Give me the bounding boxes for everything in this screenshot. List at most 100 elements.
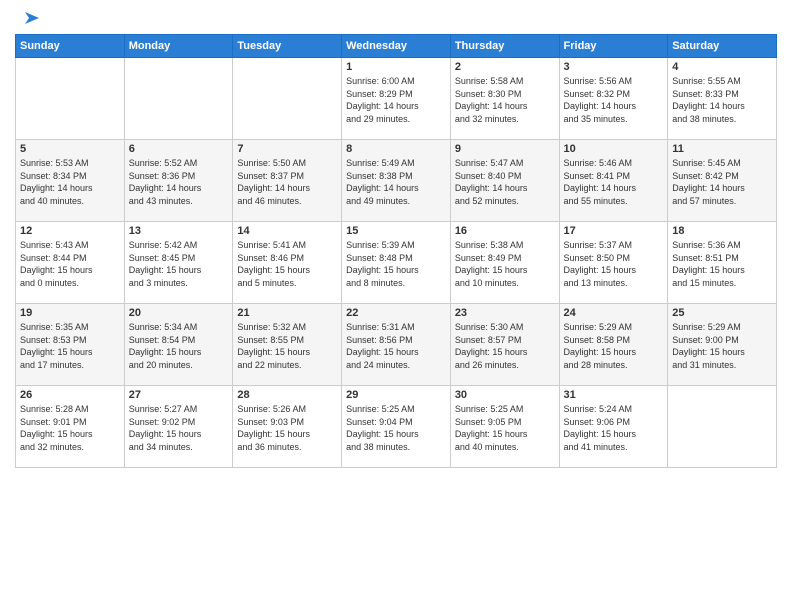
calendar-cell — [668, 386, 777, 468]
cell-info: Sunrise: 5:55 AM Sunset: 8:33 PM Dayligh… — [672, 75, 772, 125]
day-number: 11 — [672, 143, 772, 155]
calendar-cell: 10 Sunrise: 5:46 AM Sunset: 8:41 PM Dayli… — [559, 140, 668, 222]
cell-info: Sunrise: 5:56 AM Sunset: 8:32 PM Dayligh… — [564, 75, 664, 125]
weekday-header-friday: Friday — [559, 35, 668, 58]
calendar-cell: 22 Sunrise: 5:31 AM Sunset: 8:56 PM Dayli… — [342, 304, 451, 386]
cell-info: Sunrise: 5:25 AM Sunset: 9:04 PM Dayligh… — [346, 403, 446, 453]
cell-info: Sunrise: 5:50 AM Sunset: 8:37 PM Dayligh… — [237, 157, 337, 207]
cell-info: Sunrise: 5:39 AM Sunset: 8:48 PM Dayligh… — [346, 239, 446, 289]
calendar-week-row: 26Sunrise: 5:28 AM Sunset: 9:01 PM Dayli… — [16, 386, 777, 468]
calendar-cell: 20Sunrise: 5:34 AM Sunset: 8:54 PM Dayli… — [124, 304, 233, 386]
day-number: 24 — [564, 307, 664, 319]
calendar-cell: 28Sunrise: 5:26 AM Sunset: 9:03 PM Dayli… — [233, 386, 342, 468]
day-number: 15 — [346, 225, 446, 237]
weekday-header-saturday: Saturday — [668, 35, 777, 58]
calendar-cell — [16, 58, 125, 140]
calendar-cell: 11 Sunrise: 5:45 AM Sunset: 8:42 PM Dayli… — [668, 140, 777, 222]
day-number: 2 — [455, 61, 555, 73]
calendar-cell: 29 Sunrise: 5:25 AM Sunset: 9:04 PM Dayli… — [342, 386, 451, 468]
cell-info: Sunrise: 5:28 AM Sunset: 9:01 PM Dayligh… — [20, 403, 120, 453]
calendar-cell: 12Sunrise: 5:43 AM Sunset: 8:44 PM Dayli… — [16, 222, 125, 304]
day-number: 27 — [129, 389, 229, 401]
cell-info: Sunrise: 5:36 AM Sunset: 8:51 PM Dayligh… — [672, 239, 772, 289]
calendar-cell: 1 Sunrise: 6:00 AM Sunset: 8:29 PM Daylig… — [342, 58, 451, 140]
day-number: 18 — [672, 225, 772, 237]
day-number: 25 — [672, 307, 772, 319]
calendar-cell: 30Sunrise: 5:25 AM Sunset: 9:05 PM Dayli… — [450, 386, 559, 468]
weekday-header-tuesday: Tuesday — [233, 35, 342, 58]
calendar-cell: 21 Sunrise: 5:32 AM Sunset: 8:55 PM Dayli… — [233, 304, 342, 386]
calendar-cell: 16Sunrise: 5:38 AM Sunset: 8:49 PM Dayli… — [450, 222, 559, 304]
day-number: 23 — [455, 307, 555, 319]
calendar-cell: 7 Sunrise: 5:50 AM Sunset: 8:37 PM Daylig… — [233, 140, 342, 222]
cell-info: Sunrise: 5:32 AM Sunset: 8:55 PM Dayligh… — [237, 321, 337, 371]
day-number: 21 — [237, 307, 337, 319]
cell-info: Sunrise: 6:00 AM Sunset: 8:29 PM Dayligh… — [346, 75, 446, 125]
day-number: 7 — [237, 143, 337, 155]
calendar-cell: 26Sunrise: 5:28 AM Sunset: 9:01 PM Dayli… — [16, 386, 125, 468]
calendar-body: 1 Sunrise: 6:00 AM Sunset: 8:29 PM Daylig… — [16, 58, 777, 468]
calendar-cell: 18 Sunrise: 5:36 AM Sunset: 8:51 PM Dayli… — [668, 222, 777, 304]
day-number: 6 — [129, 143, 229, 155]
cell-info: Sunrise: 5:30 AM Sunset: 8:57 PM Dayligh… — [455, 321, 555, 371]
cell-info: Sunrise: 5:42 AM Sunset: 8:45 PM Dayligh… — [129, 239, 229, 289]
cell-info: Sunrise: 5:58 AM Sunset: 8:30 PM Dayligh… — [455, 75, 555, 125]
calendar-cell: 17 Sunrise: 5:37 AM Sunset: 8:50 PM Dayli… — [559, 222, 668, 304]
day-number: 28 — [237, 389, 337, 401]
calendar-cell: 27 Sunrise: 5:27 AM Sunset: 9:02 PM Dayli… — [124, 386, 233, 468]
cell-info: Sunrise: 5:47 AM Sunset: 8:40 PM Dayligh… — [455, 157, 555, 207]
weekday-header-row: SundayMondayTuesdayWednesdayThursdayFrid… — [16, 35, 777, 58]
cell-info: Sunrise: 5:43 AM Sunset: 8:44 PM Dayligh… — [20, 239, 120, 289]
cell-info: Sunrise: 5:27 AM Sunset: 9:02 PM Dayligh… — [129, 403, 229, 453]
weekday-header-thursday: Thursday — [450, 35, 559, 58]
cell-info: Sunrise: 5:45 AM Sunset: 8:42 PM Dayligh… — [672, 157, 772, 207]
day-number: 14 — [237, 225, 337, 237]
calendar-cell: 6Sunrise: 5:52 AM Sunset: 8:36 PM Daylig… — [124, 140, 233, 222]
cell-info: Sunrise: 5:53 AM Sunset: 8:34 PM Dayligh… — [20, 157, 120, 207]
day-number: 22 — [346, 307, 446, 319]
weekday-header-wednesday: Wednesday — [342, 35, 451, 58]
calendar-cell: 5 Sunrise: 5:53 AM Sunset: 8:34 PM Daylig… — [16, 140, 125, 222]
calendar-week-row: 19 Sunrise: 5:35 AM Sunset: 8:53 PM Dayli… — [16, 304, 777, 386]
cell-info: Sunrise: 5:29 AM Sunset: 8:58 PM Dayligh… — [564, 321, 664, 371]
day-number: 10 — [564, 143, 664, 155]
day-number: 13 — [129, 225, 229, 237]
calendar-cell: 25 Sunrise: 5:29 AM Sunset: 9:00 PM Dayli… — [668, 304, 777, 386]
day-number: 29 — [346, 389, 446, 401]
day-number: 17 — [564, 225, 664, 237]
day-number: 5 — [20, 143, 120, 155]
day-number: 8 — [346, 143, 446, 155]
calendar-cell: 9Sunrise: 5:47 AM Sunset: 8:40 PM Daylig… — [450, 140, 559, 222]
calendar-header: SundayMondayTuesdayWednesdayThursdayFrid… — [16, 35, 777, 58]
cell-info: Sunrise: 5:41 AM Sunset: 8:46 PM Dayligh… — [237, 239, 337, 289]
calendar-week-row: 5 Sunrise: 5:53 AM Sunset: 8:34 PM Daylig… — [16, 140, 777, 222]
day-number: 19 — [20, 307, 120, 319]
calendar-cell: 2 Sunrise: 5:58 AM Sunset: 8:30 PM Daylig… — [450, 58, 559, 140]
calendar-cell: 19 Sunrise: 5:35 AM Sunset: 8:53 PM Dayli… — [16, 304, 125, 386]
cell-info: Sunrise: 5:24 AM Sunset: 9:06 PM Dayligh… — [564, 403, 664, 453]
calendar-cell: 13 Sunrise: 5:42 AM Sunset: 8:45 PM Dayli… — [124, 222, 233, 304]
day-number: 4 — [672, 61, 772, 73]
day-number: 20 — [129, 307, 229, 319]
weekday-header-monday: Monday — [124, 35, 233, 58]
cell-info: Sunrise: 5:29 AM Sunset: 9:00 PM Dayligh… — [672, 321, 772, 371]
cell-info: Sunrise: 5:35 AM Sunset: 8:53 PM Dayligh… — [20, 321, 120, 371]
calendar-cell — [233, 58, 342, 140]
calendar-cell: 8 Sunrise: 5:49 AM Sunset: 8:38 PM Daylig… — [342, 140, 451, 222]
calendar-cell: 4 Sunrise: 5:55 AM Sunset: 8:33 PM Daylig… — [668, 58, 777, 140]
cell-info: Sunrise: 5:31 AM Sunset: 8:56 PM Dayligh… — [346, 321, 446, 371]
calendar-week-row: 1 Sunrise: 6:00 AM Sunset: 8:29 PM Daylig… — [16, 58, 777, 140]
calendar-cell: 14 Sunrise: 5:41 AM Sunset: 8:46 PM Dayli… — [233, 222, 342, 304]
cell-info: Sunrise: 5:46 AM Sunset: 8:41 PM Dayligh… — [564, 157, 664, 207]
calendar-week-row: 12Sunrise: 5:43 AM Sunset: 8:44 PM Dayli… — [16, 222, 777, 304]
calendar-cell: 23 Sunrise: 5:30 AM Sunset: 8:57 PM Dayli… — [450, 304, 559, 386]
calendar-cell: 3 Sunrise: 5:56 AM Sunset: 8:32 PM Daylig… — [559, 58, 668, 140]
page-container: SundayMondayTuesdayWednesdayThursdayFrid… — [0, 0, 792, 612]
day-number: 1 — [346, 61, 446, 73]
day-number: 3 — [564, 61, 664, 73]
day-number: 16 — [455, 225, 555, 237]
calendar-cell: 31Sunrise: 5:24 AM Sunset: 9:06 PM Dayli… — [559, 386, 668, 468]
cell-info: Sunrise: 5:49 AM Sunset: 8:38 PM Dayligh… — [346, 157, 446, 207]
cell-info: Sunrise: 5:37 AM Sunset: 8:50 PM Dayligh… — [564, 239, 664, 289]
calendar-table: SundayMondayTuesdayWednesdayThursdayFrid… — [15, 34, 777, 468]
